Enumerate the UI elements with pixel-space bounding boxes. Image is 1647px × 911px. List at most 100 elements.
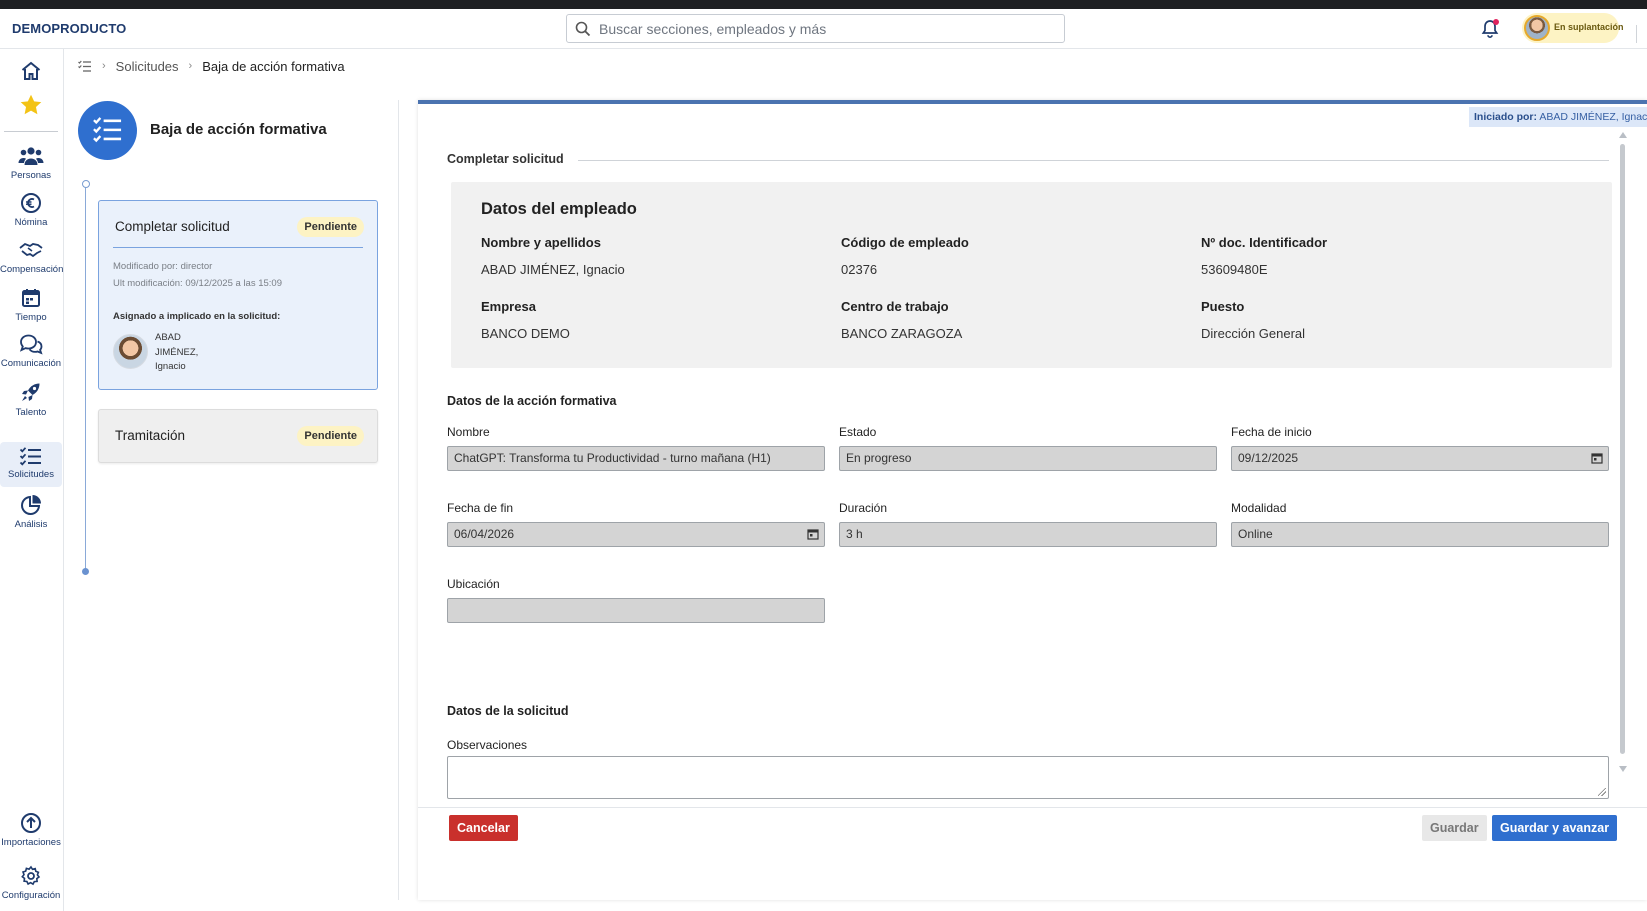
assignee-name: ABAD JIMÉNEZ, Ignacio [155, 331, 235, 375]
training-name-input[interactable]: ChatGPT: Transforma tu Productividad - t… [447, 446, 825, 471]
breadcrumb-current: Baja de acción formativa [202, 58, 345, 74]
initiated-by-label: Iniciado por: [1474, 111, 1537, 123]
field-label: Nº doc. Identificador [1201, 235, 1328, 250]
section-title: Completar solicitud [447, 152, 564, 166]
pie-chart-icon [21, 495, 41, 515]
search-icon [575, 21, 591, 37]
star-icon [20, 94, 42, 115]
nav-label: Personas [10, 170, 52, 181]
list-icon[interactable] [78, 60, 92, 72]
start-date-value: 09/12/2025 [1238, 451, 1299, 465]
end-date-input[interactable]: 06/04/2026 [447, 522, 825, 547]
nav-nomina[interactable]: Nómina [0, 192, 62, 228]
footer-divider [418, 807, 1647, 808]
chevron-right-icon: › [102, 60, 106, 72]
nav-comunicacion[interactable]: Comunicación [0, 333, 62, 369]
cancel-button[interactable]: Cancelar [449, 815, 518, 841]
training-section-title: Datos de la acción formativa [447, 394, 617, 408]
home-icon [21, 61, 41, 80]
field-label: Nombre [447, 425, 490, 439]
save-button[interactable]: Guardar [1422, 815, 1487, 841]
step-card-tramitacion[interactable]: Tramitación Pendiente [98, 409, 378, 463]
field-value: 02376 [841, 262, 878, 277]
calendar-icon[interactable] [807, 528, 819, 540]
modality-input[interactable]: Online [1231, 522, 1609, 547]
initiated-by-tag: Iniciado por: ABAD JIMÉNEZ, Ignacio [1469, 107, 1647, 127]
search-input[interactable] [599, 19, 1049, 39]
nav-label: Importaciones [1, 837, 61, 848]
global-search[interactable] [566, 14, 1065, 43]
scroll-down-icon[interactable] [1619, 766, 1627, 772]
impersonation-badge: En suplantación [1554, 22, 1624, 32]
scrollbar-thumb[interactable] [1620, 144, 1625, 754]
scrollbar[interactable] [1618, 132, 1628, 772]
nav-label: Compensación [0, 264, 64, 275]
start-date-input[interactable]: 09/12/2025 [1231, 446, 1609, 471]
notifications-button[interactable] [1479, 18, 1501, 40]
employee-section-title: Datos del empleado [481, 200, 637, 218]
nav-label: Nómina [14, 217, 48, 228]
breadcrumb-parent[interactable]: Solicitudes [116, 59, 179, 74]
location-input[interactable] [447, 598, 825, 623]
field-label: Fecha de fin [447, 501, 514, 515]
field-label: Código de empleado [841, 235, 969, 250]
handshake-icon [19, 242, 43, 258]
calendar-icon[interactable] [1591, 452, 1603, 464]
employee-field-id-doc: Nº doc. Identificador 53609480E [1201, 235, 1561, 277]
field-label: Estado [839, 425, 877, 439]
upload-icon [21, 813, 41, 833]
location-field: Ubicación [447, 577, 825, 623]
initiated-by-value: ABAD JIMÉNEZ, Ignacio [1539, 111, 1647, 123]
field-label: Ubicación [447, 577, 500, 591]
step-title: Tramitación [115, 428, 186, 443]
assignee-name-line: ABAD [155, 332, 181, 343]
nav-analisis[interactable]: Análisis [0, 494, 62, 530]
save-and-next-button[interactable]: Guardar y avanzar [1492, 815, 1618, 841]
nav-solicitudes[interactable]: Solicitudes [0, 442, 62, 487]
end-date-field: Fecha de fin 06/04/2026 [447, 501, 825, 547]
timeline-line [85, 184, 86, 572]
request-type-icon [78, 101, 137, 160]
avatar [1524, 15, 1550, 41]
brand-logo[interactable]: DEMOPRODUCTO [12, 21, 126, 36]
notification-dot [1493, 19, 1499, 25]
panel-title: Baja de acción formativa [150, 121, 327, 138]
nav-home[interactable] [0, 59, 62, 85]
assignee-name-line: JIMÉNEZ, [155, 346, 199, 358]
user-menu[interactable]: En suplantación [1522, 13, 1624, 43]
nav-importaciones[interactable]: Importaciones [0, 812, 62, 848]
nav-compensacion[interactable]: Compensación [0, 239, 64, 275]
duration-field: Duración 3 h [839, 501, 1217, 547]
field-value: BANCO DEMO [481, 326, 570, 341]
workflow-panel: Baja de acción formativa Completar solic… [64, 90, 399, 911]
top-bar: DEMOPRODUCTO En suplantación [0, 9, 1647, 49]
assignee-name-line: Ignacio [155, 361, 186, 372]
duration-input[interactable]: 3 h [839, 522, 1217, 547]
field-value: ABAD JIMÉNEZ, Ignacio [481, 262, 625, 277]
window-top-strip [0, 0, 1647, 9]
observations-label: Observaciones [447, 738, 528, 752]
nav-configuracion[interactable]: Configuración [0, 865, 62, 901]
nav-label: Configuración [1, 890, 61, 901]
nav-personas[interactable]: Personas [0, 145, 62, 181]
avatar [113, 334, 148, 369]
training-status-field: Estado En progreso [839, 425, 1217, 471]
assigned-label: Asignado a implicado en la solicitud: [113, 311, 281, 322]
field-label: Centro de trabajo [841, 299, 949, 314]
nav-talento[interactable]: Talento [0, 380, 62, 418]
resize-grip-icon[interactable] [1598, 788, 1606, 796]
training-status-input[interactable]: En progreso [839, 446, 1217, 471]
nav-tiempo[interactable]: Tiempo [0, 287, 62, 323]
nav-label: Tiempo [15, 312, 47, 323]
end-date-value: 06/04/2026 [454, 527, 515, 541]
nav-favorites[interactable] [0, 92, 62, 118]
field-value: BANCO ZARAGOZA [841, 326, 963, 341]
field-value: 53609480E [1201, 262, 1268, 277]
observations-textarea[interactable] [447, 756, 1609, 799]
scroll-up-icon[interactable] [1619, 132, 1627, 138]
checklist-icon [93, 117, 122, 143]
field-label: Duración [839, 501, 888, 515]
step-card-completar[interactable]: Completar solicitud Pendiente Modificado… [98, 200, 378, 390]
gear-icon [21, 865, 41, 886]
chat-icon [19, 334, 43, 355]
